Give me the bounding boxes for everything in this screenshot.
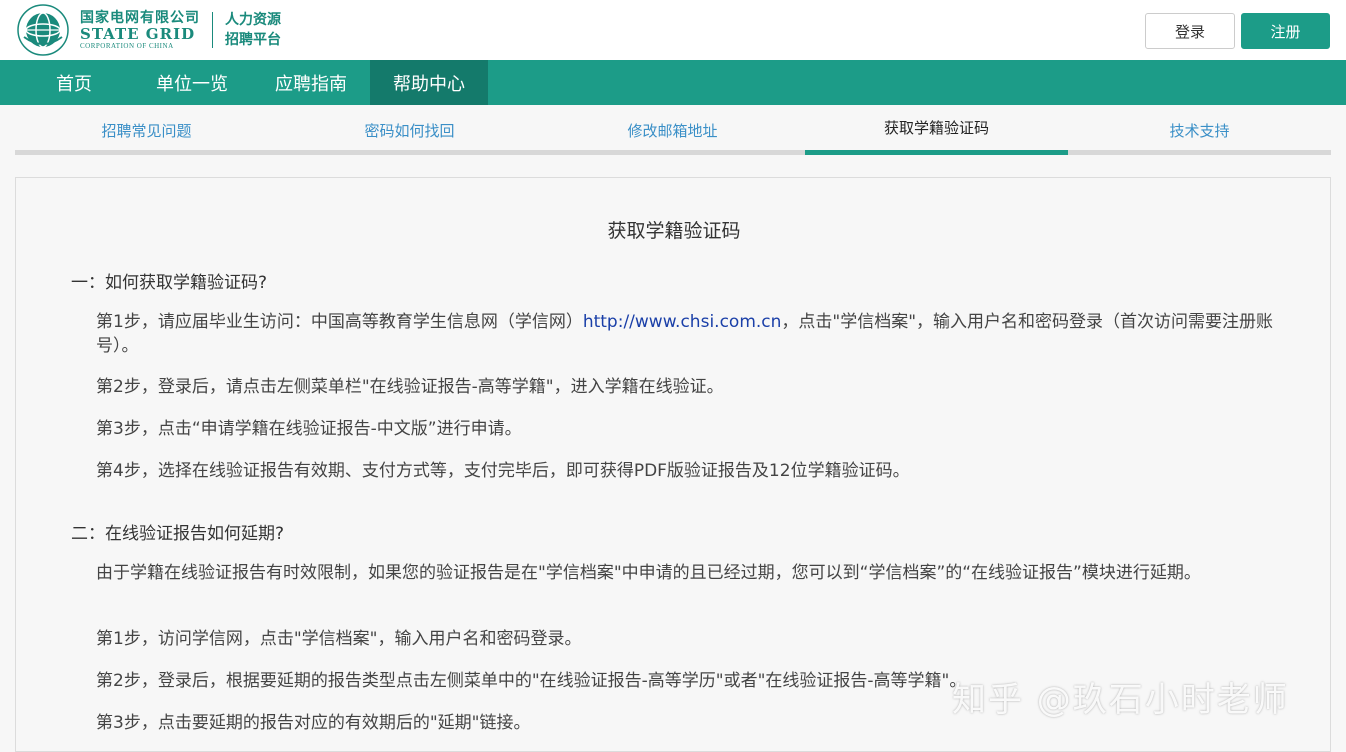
platform-line1: 人力资源 [225, 12, 281, 28]
intro-paragraph: 由于学籍在线验证报告有时效限制，如果您的验证报告是在"学信档案"中申请的且已经过… [96, 563, 1201, 583]
tab-recruitment-faq[interactable]: 招聘常见问题 [15, 105, 278, 155]
nav-item-help-center[interactable]: 帮助中心 [370, 60, 488, 105]
step-paragraph: 第3步，点击“申请学籍在线验证报告-中文版”进行申请。 [96, 419, 522, 439]
help-sub-nav: 招聘常见问题 密码如何找回 修改邮箱地址 获取学籍验证码 技术支持 [15, 105, 1331, 155]
nav-item-home[interactable]: 首页 [15, 60, 133, 105]
tab-get-verification-code[interactable]: 获取学籍验证码 [805, 105, 1068, 155]
zhihu-watermark: 知乎 @玖石小时老师 [952, 680, 1289, 720]
logo-english-subtitle: CORPORATION OF CHINA [80, 42, 174, 50]
header: 国家电网有限公司 STATE GRID CORPORATION OF CHINA… [0, 0, 1346, 60]
tab-password-recovery[interactable]: 密码如何找回 [278, 105, 541, 155]
register-button[interactable]: 注册 [1241, 13, 1330, 49]
page-title: 获取学籍验证码 [607, 220, 741, 242]
chsi-link[interactable]: http://www.chsi.com.cn [583, 312, 782, 332]
step-paragraph: 第1步，请应届毕业生访问：中国高等教育学生信息网（学信网）http://www.… [96, 310, 1276, 358]
step-paragraph: 第2步，登录后，请点击左侧菜单栏"在线验证报告-高等学籍"，进入学籍在线验证。 [96, 377, 724, 397]
logo-company-name: 国家电网有限公司 [80, 10, 200, 26]
section-heading-how-to-get: 一：如何获取学籍验证码? [71, 273, 268, 293]
state-grid-globe-icon [17, 4, 69, 56]
state-grid-logo[interactable]: 国家电网有限公司 STATE GRID CORPORATION OF CHINA… [16, 4, 281, 56]
logo-english-name: STATE GRID [80, 25, 196, 43]
nav-item-units[interactable]: 单位一览 [133, 60, 251, 105]
article-panel: 获取学籍验证码 一：如何获取学籍验证码? 第1步，请应届毕业生访问：中国高等教育… [15, 177, 1331, 752]
tab-change-email[interactable]: 修改邮箱地址 [541, 105, 804, 155]
main-nav: 首页 单位一览 应聘指南 帮助中心 [0, 60, 1346, 105]
tab-tech-support[interactable]: 技术支持 [1068, 105, 1331, 155]
login-button[interactable]: 登录 [1145, 13, 1235, 49]
step1-text-a: 第1步，请应届毕业生访问：中国高等教育学生信息网（学信网） [96, 312, 583, 332]
nav-item-guide[interactable]: 应聘指南 [252, 60, 370, 105]
platform-line2: 招聘平台 [225, 32, 281, 48]
logo-text-block: 国家电网有限公司 STATE GRID CORPORATION OF CHINA [80, 10, 200, 50]
logo-divider [212, 12, 213, 48]
platform-name: 人力资源 招聘平台 [225, 10, 281, 50]
step-paragraph: 第1步，访问学信网，点击"学信档案"，输入用户名和密码登录。 [96, 629, 582, 649]
section-heading-extension: 二：在线验证报告如何延期? [71, 524, 285, 544]
step-paragraph: 第4步，选择在线验证报告有效期、支付方式等，支付完毕后，即可获得PDF版验证报告… [96, 461, 910, 481]
